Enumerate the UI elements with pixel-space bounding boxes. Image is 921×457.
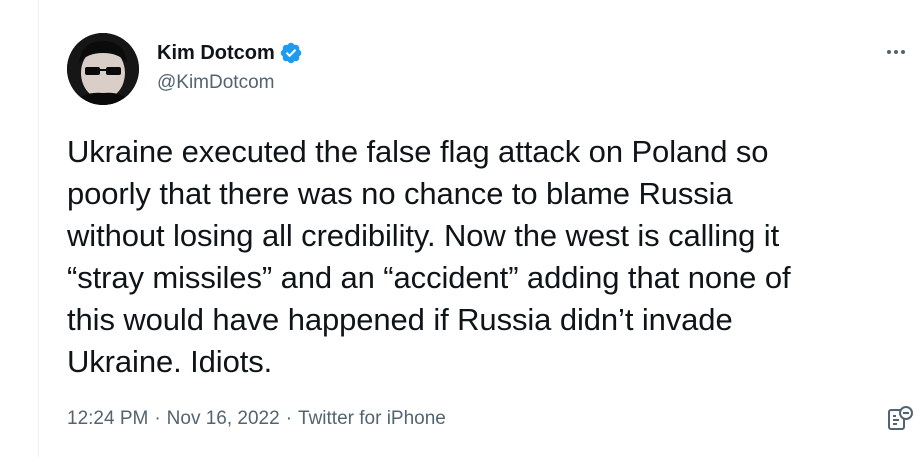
meta-separator: ·: [154, 408, 161, 429]
tweet-source[interactable]: Twitter for iPhone: [298, 408, 446, 429]
more-options-icon[interactable]: [881, 40, 911, 64]
tweet-card: Kim Dotcom @KimDotcom Ukraine executed t…: [38, 0, 921, 457]
tweet-date[interactable]: Nov 16, 2022: [167, 408, 280, 429]
tweet-metadata: 12:24 PM · Nov 16, 2022 · Twitter for iPhone: [67, 406, 446, 432]
avatar-image: [67, 33, 139, 105]
meta-separator: ·: [285, 408, 293, 429]
avatar[interactable]: [67, 33, 139, 105]
tweet-text: Ukraine executed the false flag attack o…: [67, 134, 791, 379]
verified-badge-icon: [279, 41, 303, 65]
author-display-name[interactable]: Kim Dotcom: [157, 40, 275, 66]
analytics-icon[interactable]: [885, 404, 915, 434]
author-name-row[interactable]: Kim Dotcom: [157, 40, 303, 66]
tweet-time[interactable]: 12:24 PM: [67, 408, 148, 429]
author-handle[interactable]: @KimDotcom: [157, 71, 274, 95]
